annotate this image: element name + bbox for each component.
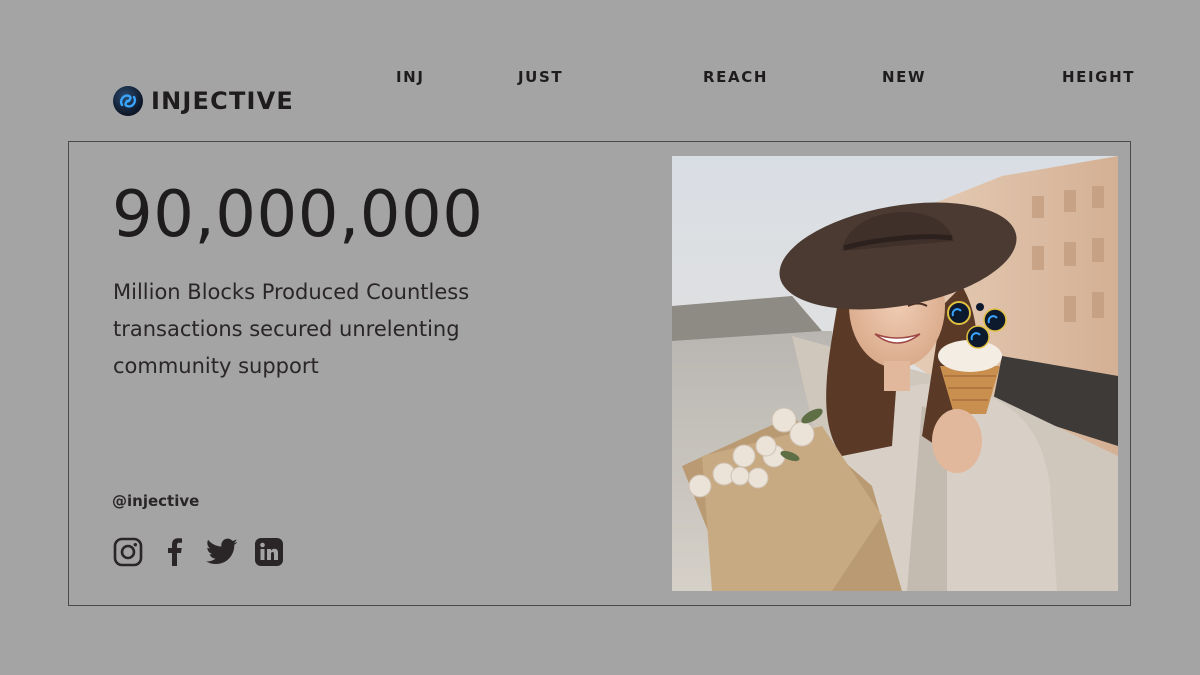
nav-word-just: JUST <box>518 68 564 86</box>
linkedin-icon[interactable] <box>253 536 285 568</box>
injective-logo-icon <box>113 86 143 116</box>
nav-word-inj: INJ <box>396 68 425 86</box>
headline-number: 90,000,000 <box>112 178 484 252</box>
nav-word-height: HEIGHT <box>1062 68 1136 86</box>
facebook-icon[interactable] <box>159 536 191 568</box>
social-links <box>112 536 300 568</box>
headline-description: Million Blocks Produced Countless transa… <box>113 280 470 378</box>
social-handle[interactable]: @injective <box>112 492 199 510</box>
brand-logo[interactable]: INJECTIVE <box>113 86 294 116</box>
twitter-icon[interactable] <box>206 536 238 568</box>
brand-name: INJECTIVE <box>151 87 295 115</box>
promo-photo <box>672 156 1118 591</box>
photo-illustration <box>672 156 1118 591</box>
nav-word-new: NEW <box>882 68 927 86</box>
instagram-icon[interactable] <box>112 536 144 568</box>
nav-word-reach: REACH <box>703 68 768 86</box>
